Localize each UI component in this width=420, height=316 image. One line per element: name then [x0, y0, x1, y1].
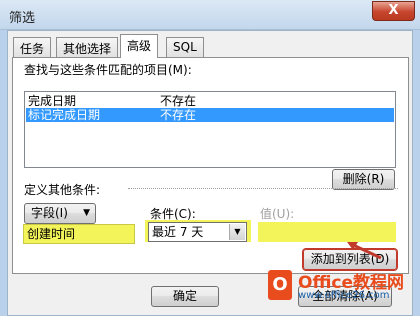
define-criteria-label: 定义其他条件: — [24, 183, 101, 197]
office-logo-icon: O — [268, 270, 292, 300]
value-label: 值(U): — [260, 207, 295, 221]
criteria-row[interactable]: 完成日期 不存在 — [26, 94, 394, 108]
criteria-condition: 不存在 — [160, 94, 197, 108]
criteria-row[interactable]: 标记完成日期 不存在 — [26, 108, 394, 122]
criteria-field: 标记完成日期 — [28, 108, 101, 122]
field-button-label: 字段(I) — [31, 206, 68, 220]
divider — [128, 188, 398, 189]
criteria-condition: 不存在 — [160, 108, 197, 122]
find-items-label: 查找与这些条件匹配的项目(M): — [24, 63, 192, 77]
window-title: 筛选 — [9, 11, 36, 26]
condition-value: 最近 7 天 — [152, 225, 204, 239]
value-field[interactable] — [258, 222, 396, 242]
ok-button[interactable]: 确定 — [151, 286, 219, 307]
chevron-down-icon: ▼ — [83, 208, 90, 218]
logo-url: www.office26.com — [298, 290, 390, 301]
tab-advanced[interactable]: 高级 — [120, 34, 159, 58]
annotation-arrow-icon — [347, 242, 382, 260]
tab-tasks[interactable]: 任务 — [13, 37, 52, 57]
watermark-logo: O Office教程网 www.office26.com — [268, 268, 410, 312]
close-button[interactable]: X — [372, 1, 415, 21]
criteria-list[interactable]: 完成日期 不存在 标记完成日期 不存在 — [24, 91, 396, 168]
criteria-field: 完成日期 — [28, 94, 77, 108]
field-name-field[interactable]: 创建时间 — [23, 224, 135, 244]
condition-dropdown[interactable]: 最近 7 天 ▼ — [148, 222, 247, 242]
title-bar: 筛选 X — [0, 0, 420, 30]
remove-button[interactable]: 删除(R) — [332, 169, 395, 190]
tab-sql[interactable]: SQL — [166, 37, 204, 57]
tab-more-choices[interactable]: 其他选择 — [56, 37, 119, 57]
field-button[interactable]: 字段(I) ▼ — [24, 203, 96, 224]
chevron-down-icon[interactable]: ▼ — [229, 224, 245, 240]
